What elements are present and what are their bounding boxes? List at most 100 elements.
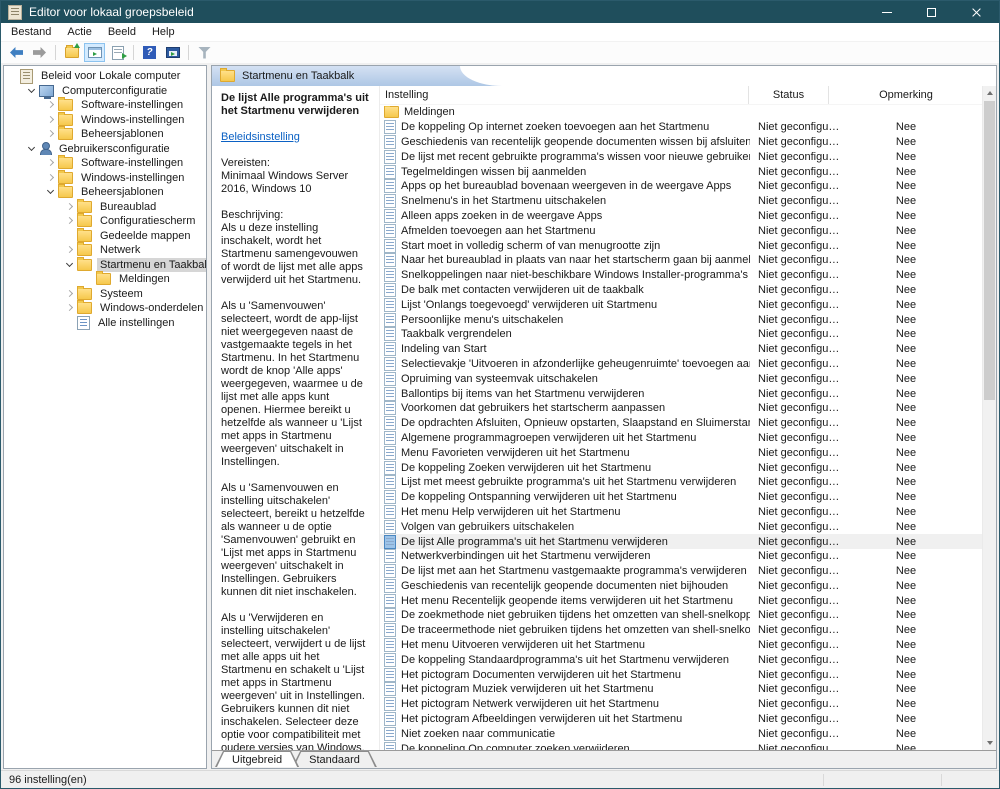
chevron-down-icon[interactable] (65, 260, 75, 270)
table-row[interactable]: De koppeling Zoeken verwijderen uit het … (380, 460, 983, 475)
table-row[interactable]: De lijst met recent gebruikte programma'… (380, 149, 983, 164)
chevron-right-icon[interactable] (46, 115, 56, 125)
table-row[interactable]: Het pictogram Netwerk verwijderen uit he… (380, 697, 983, 712)
table-row[interactable]: Afmelden toevoegen aan het Startmenu Niet… (380, 223, 983, 238)
table-row[interactable]: Geschiedenis van recentelijk geopende do… (380, 134, 983, 150)
table-row[interactable]: Lijst met meest gebruikte programma's ui… (380, 475, 983, 490)
table-row[interactable]: Ballontips bij items van het Startmenu v… (380, 386, 983, 401)
tab-standaard[interactable]: Standaard (292, 751, 377, 767)
table-row[interactable]: Algemene programmagroepen verwijderen ui… (380, 430, 983, 446)
table-row[interactable]: De koppeling Op internet zoeken toevoege… (380, 120, 983, 135)
column-header-opmerking[interactable]: Opmerking (828, 86, 983, 104)
table-row[interactable]: Voorkomen dat gebruikers het startscherm… (380, 401, 983, 416)
tree-item-gedeelde-mappen[interactable]: Gedeelde mappen (4, 227, 206, 244)
table-row[interactable]: Alleen apps zoeken in de weergave Apps Ni… (380, 208, 983, 224)
table-row[interactable]: Netwerkverbindingen uit het Startmenu ve… (380, 549, 983, 564)
tree-item-netwerk[interactable]: Netwerk (4, 242, 206, 258)
table-row[interactable]: Het menu Recentelijk geopende items verw… (380, 593, 983, 608)
tree-item-beheersjablonen[interactable]: Beheersjablonen (4, 126, 206, 142)
table-row[interactable]: De traceermethode niet gebruiken tijdens… (380, 623, 983, 638)
table-row[interactable]: De lijst met aan het Startmenu vastgemaa… (380, 564, 983, 579)
tree-item-computerconfiguratie[interactable]: Computerconfiguratie (4, 84, 206, 99)
tree-item-windows-instellingen[interactable]: Windows-instellingen (4, 169, 206, 186)
table-row[interactable]: Het pictogram Muziek verwijderen uit het… (380, 682, 983, 697)
tree-item-beleid-voor-lokale-computer[interactable]: Beleid voor Lokale computer (4, 68, 206, 84)
tree-item-bureaublad[interactable]: Bureaublad (4, 198, 206, 215)
table-row[interactable]: Lijst 'Onlangs toegevoegd' verwijderen u… (380, 297, 983, 312)
tree-item-software-instellingen[interactable]: Software-instellingen (4, 155, 206, 171)
table-row[interactable]: Taakbalk vergrendelen Niet geconfigu… Nee (380, 327, 983, 342)
tree-item-windows-instellingen[interactable]: Windows-instellingen (4, 111, 206, 128)
table-row[interactable]: Geschiedenis van recentelijk geopende do… (380, 578, 983, 594)
scroll-up-button[interactable] (983, 86, 996, 100)
chevron-right-icon[interactable] (46, 173, 56, 183)
menu-help[interactable]: Help (144, 24, 183, 40)
table-row[interactable]: Volgen van gebruikers uitschakelen Niet g… (380, 519, 983, 534)
table-row[interactable]: De koppeling Standaardprogramma's uit he… (380, 652, 983, 667)
tree-item-beheersjablonen[interactable]: Beheersjablonen (4, 184, 206, 200)
table-row[interactable]: Het pictogram Documenten verwijderen uit… (380, 667, 983, 682)
tree-item-alle-instellingen[interactable]: Alle instellingen (4, 315, 206, 331)
back-button[interactable] (6, 43, 27, 62)
table-row[interactable]: Apps op het bureaublad bovenaan weergeve… (380, 179, 983, 194)
table-row[interactable]: Naar het bureaublad in plaats van naar h… (380, 253, 983, 268)
tree-item-systeem[interactable]: Systeem (4, 285, 206, 302)
table-row[interactable]: Tegelmeldingen wissen bij aanmelden Niet … (380, 164, 983, 179)
table-row[interactable]: Snelmenu's in het Startmenu uitschakelen… (380, 194, 983, 209)
chevron-right-icon[interactable] (65, 245, 75, 255)
filter-button[interactable] (194, 43, 215, 62)
menu-actie[interactable]: Actie (59, 24, 99, 40)
tree-item-startmenu-en-taakbalk[interactable]: Startmenu en Taakbalk (4, 256, 206, 273)
minimize-button[interactable] (864, 1, 909, 23)
tree-item-windows-onderdelen[interactable]: Windows-onderdelen (4, 300, 206, 316)
table-row[interactable]: De balk met contacten verwijderen uit de… (380, 282, 983, 298)
tree-item-meldingen[interactable]: Meldingen (4, 271, 206, 287)
export-list-button[interactable] (107, 43, 128, 62)
table-row[interactable]: Snelkoppelingen naar niet-beschikbare Wi… (380, 268, 983, 283)
tree-item-gebruikersconfiguratie[interactable]: Gebruikersconfiguratie (4, 142, 206, 157)
table-row[interactable]: Persoonlijke menu's uitschakelen Niet gec… (380, 312, 983, 327)
scrollbar-thumb[interactable] (984, 101, 995, 400)
table-row[interactable]: De opdrachten Afsluiten, Opnieuw opstart… (380, 416, 983, 431)
menu-beeld[interactable]: Beeld (100, 24, 144, 40)
vertical-scrollbar[interactable] (982, 86, 996, 750)
table-row[interactable]: Opruiming van systeemvak uitschakelen Nie… (380, 371, 983, 386)
maximize-button[interactable] (909, 1, 954, 23)
chevron-down-icon[interactable] (46, 187, 56, 197)
table-row[interactable]: De koppeling Op computer zoeken verwijde… (380, 741, 983, 750)
table-row[interactable]: Het menu Help verwijderen uit het Startm… (380, 504, 983, 520)
chevron-right-icon[interactable] (46, 129, 56, 139)
chevron-right-icon[interactable] (46, 158, 56, 168)
table-row[interactable]: Het menu Uitvoeren verwijderen uit het S… (380, 638, 983, 653)
extended-view-button[interactable] (162, 43, 183, 62)
chevron-right-icon[interactable] (65, 289, 75, 299)
forward-button[interactable] (29, 43, 50, 62)
table-row[interactable]: Selectievakje 'Uitvoeren in afzonderlijk… (380, 356, 983, 372)
table-row[interactable]: Indeling van Start Niet geconfigu… Nee (380, 342, 983, 357)
help-button[interactable] (139, 43, 160, 62)
table-row[interactable]: Het pictogram Afbeeldingen verwijderen u… (380, 712, 983, 727)
table-row[interactable]: Niet zoeken naar communicatie Niet geconf… (380, 726, 983, 741)
tab-uitgebreid[interactable]: Uitgebreid (215, 751, 299, 767)
chevron-right-icon[interactable] (65, 202, 75, 212)
chevron-down-icon[interactable] (27, 86, 37, 96)
table-row[interactable]: Start moet in volledig scherm of van men… (380, 238, 983, 253)
chevron-right-icon[interactable] (65, 216, 75, 226)
table-row[interactable]: De lijst Alle programma's uit het Startm… (380, 534, 983, 549)
close-button[interactable] (954, 1, 999, 23)
column-header-status[interactable]: Status (748, 86, 828, 104)
table-row[interactable]: Menu Favorieten verwijderen uit het Star… (380, 445, 983, 460)
table-row[interactable]: De zoekmethode niet gebruiken tijdens he… (380, 608, 983, 623)
scroll-down-button[interactable] (983, 736, 996, 750)
show-console-tree-button[interactable] (84, 43, 105, 62)
table-row[interactable]: Meldingen (380, 105, 983, 120)
chevron-down-icon[interactable] (27, 144, 37, 154)
tree-item-configuratiescherm[interactable]: Configuratiescherm (4, 213, 206, 229)
tree-item-software-instellingen[interactable]: Software-instellingen (4, 97, 206, 113)
chevron-right-icon[interactable] (46, 100, 56, 110)
column-header-instelling[interactable]: Instelling (380, 89, 748, 101)
table-row[interactable]: De koppeling Ontspanning verwijderen uit… (380, 490, 983, 505)
up-one-level-button[interactable] (61, 43, 82, 62)
policy-setting-link[interactable]: Beleidsinstelling (221, 131, 300, 144)
chevron-right-icon[interactable] (65, 303, 75, 313)
